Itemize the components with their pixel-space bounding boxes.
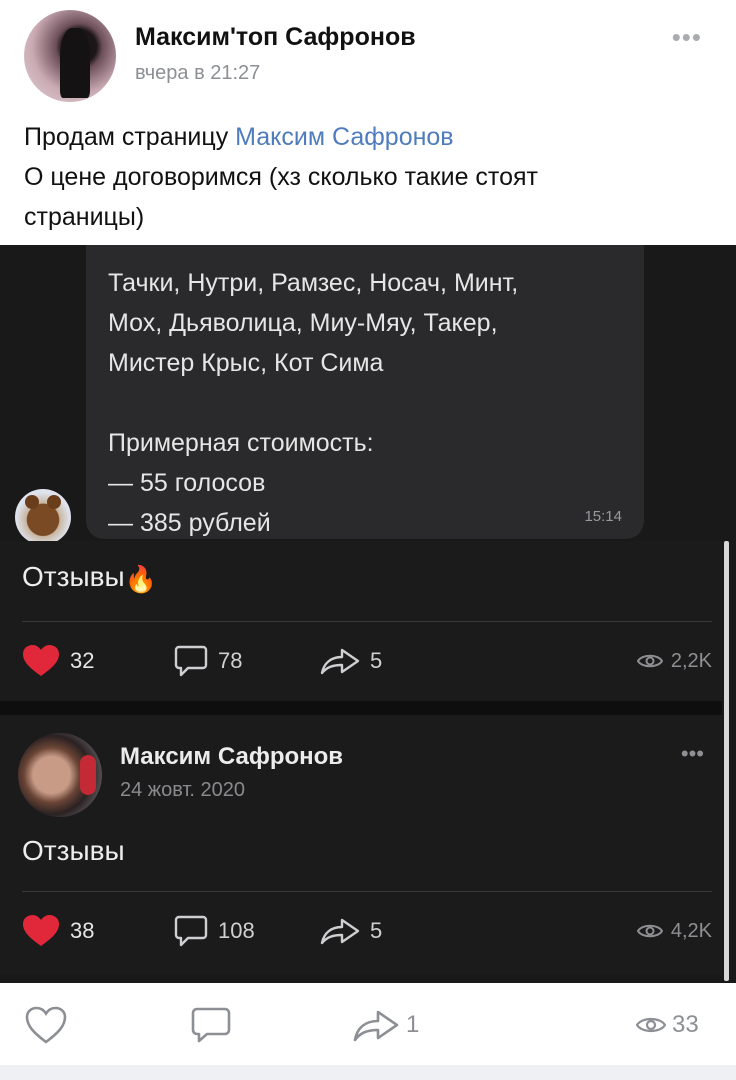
share-count: 5 xyxy=(370,918,383,943)
post-text-line2: О цене договоримся (хз сколько такие сто… xyxy=(24,163,538,191)
post-1-actions: 32 78 5 2,2K xyxy=(22,641,712,681)
views-counter: 33 xyxy=(636,1003,699,1047)
post-2-date[interactable]: 24 жовт. 2020 xyxy=(120,779,245,802)
post-text-prefix: Продам страницу xyxy=(24,123,236,151)
like-button[interactable]: 32 xyxy=(22,641,94,681)
message-line: Тачки, Нутри, Рамзес, Носач, Минт, xyxy=(108,269,519,297)
comment-count: 78 xyxy=(218,648,243,673)
comment-count: 108 xyxy=(218,918,255,943)
eye-icon xyxy=(636,1017,666,1033)
feed-post-2: Максим Сафронов 24 жовт. 2020 ••• Отзывы… xyxy=(0,715,722,975)
author-name[interactable]: Максим'топ Сафронов xyxy=(135,23,416,52)
message-line: — 55 голосов xyxy=(108,469,266,497)
footer-share-count: 1 xyxy=(406,1011,420,1038)
message-line: Мох, Дьяволица, Миу-Мяу, Такер, xyxy=(108,309,498,337)
views-count: 2,2K xyxy=(670,649,712,672)
like-button[interactable] xyxy=(24,1003,74,1047)
message-bubble: Тачки, Нутри, Рамзес, Носач, Минт, Мох, … xyxy=(86,245,644,539)
post-2-more-icon[interactable]: ••• xyxy=(681,741,704,767)
post-2-title: Отзывы xyxy=(22,835,125,866)
message-line: Мистер Крыс, Кот Сима xyxy=(108,349,384,377)
post-1-title: Отзывы🔥 xyxy=(22,561,157,595)
post-text: Продам страницу Максим Сафронов О цене д… xyxy=(24,117,714,237)
author-avatar[interactable] xyxy=(24,10,116,102)
comment-icon xyxy=(174,645,208,677)
views-counter: 2,2K xyxy=(636,641,712,681)
heart-filled-icon xyxy=(23,915,59,946)
attached-screenshot[interactable]: Тачки, Нутри, Рамзес, Носач, Минт, Мох, … xyxy=(0,245,736,983)
eye-icon xyxy=(636,654,663,668)
like-count: 32 xyxy=(70,648,95,673)
comment-button[interactable]: 108 xyxy=(174,911,255,951)
post-time[interactable]: вчера в 21:27 xyxy=(135,62,260,85)
post-2-actions: 38 108 5 4,2K xyxy=(22,911,712,951)
footer-views-count: 33 xyxy=(672,1011,699,1038)
share-button[interactable]: 1 xyxy=(352,1003,419,1047)
more-options-icon[interactable]: ••• xyxy=(672,22,702,53)
post-actions-bar: 1 33 xyxy=(0,983,736,1065)
share-button[interactable]: 5 xyxy=(320,641,382,681)
comment-button[interactable]: 78 xyxy=(174,641,242,681)
message-line: Примерная стоимость: xyxy=(108,429,374,457)
post-text-line3: страницы) xyxy=(24,203,145,231)
share-button[interactable]: 5 xyxy=(320,911,382,951)
comment-button[interactable] xyxy=(190,1003,238,1047)
views-counter: 4,2K xyxy=(636,911,712,951)
feed-gap xyxy=(0,1065,736,1080)
feed-separator xyxy=(0,701,722,715)
share-icon xyxy=(320,918,360,945)
mention-link[interactable]: Максим Сафронов xyxy=(235,123,453,151)
share-icon xyxy=(353,1010,399,1042)
post-2-author-avatar[interactable] xyxy=(18,733,102,817)
message-line: — 385 рублей xyxy=(108,509,271,537)
message-time: 15:14 xyxy=(584,508,622,525)
sender-avatar xyxy=(15,489,71,545)
post-2-author-name[interactable]: Максим Сафронов xyxy=(120,743,343,771)
like-count: 38 xyxy=(70,918,95,943)
share-count: 5 xyxy=(370,648,383,673)
fire-emoji-icon: 🔥 xyxy=(124,564,157,594)
post-header: Максим'топ Сафронов вчера в 21:27 ••• xyxy=(0,0,736,110)
post-1-title-text: Отзывы xyxy=(22,561,125,592)
heart-filled-icon xyxy=(23,645,59,676)
share-icon xyxy=(320,648,360,675)
message-spacer xyxy=(108,383,624,423)
feed-post-1: Отзывы🔥 32 78 5 2,2K xyxy=(0,541,722,701)
divider xyxy=(22,621,712,622)
divider xyxy=(22,891,712,892)
eye-icon xyxy=(636,924,663,938)
like-button[interactable]: 38 xyxy=(22,911,94,951)
heart-outline-icon xyxy=(25,1006,67,1044)
comment-icon xyxy=(174,915,208,947)
comment-icon xyxy=(191,1007,231,1043)
views-count: 4,2K xyxy=(670,919,712,942)
scrollbar[interactable] xyxy=(724,541,729,981)
